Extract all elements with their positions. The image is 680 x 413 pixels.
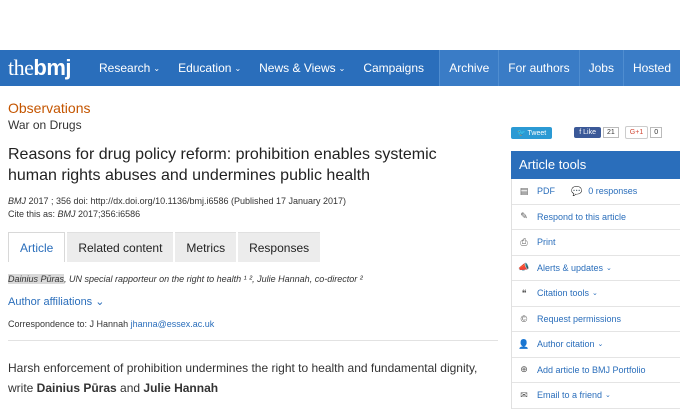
gplus-count: 0 xyxy=(650,127,663,138)
author-list: Dainius Pūras, UN special rapporteur on … xyxy=(8,274,363,284)
chevron-down-icon: ⌄ xyxy=(153,63,161,73)
article-header: Observations War on Drugs Reasons for dr… xyxy=(8,100,498,221)
chevron-down-icon: ⌄ xyxy=(234,63,242,73)
bmj-logo[interactable]: the bmj xyxy=(0,50,90,86)
article-tools-panel: Article tools ▤ PDF 💬 0 responses ✎ Respo… xyxy=(511,151,680,409)
tool-respond[interactable]: ✎ Respond to this article xyxy=(512,205,680,230)
tool-author-citation[interactable]: 👤 Author citation ⌄ xyxy=(512,332,680,358)
author-affiliations-toggle[interactable]: Author affiliations ⌄ xyxy=(8,295,104,308)
nav-research[interactable]: Research ⌄ xyxy=(90,50,169,86)
pdf-icon: ▤ xyxy=(519,185,529,196)
tab-responses[interactable]: Responses xyxy=(238,232,321,262)
author-name-2[interactable]: Julie Hannah xyxy=(257,274,310,284)
chevron-down-icon: ⌄ xyxy=(338,63,346,73)
citation-line-1: BMJ 2017 ; 356 doi: http://dx.doi.org/10… xyxy=(8,195,498,208)
nav-archive[interactable]: Archive xyxy=(439,50,499,86)
logo-bmj-text: bmj xyxy=(33,55,72,80)
correspondence-label: Correspondence to: J Hannah xyxy=(8,319,131,329)
nav-research-label: Research xyxy=(99,61,151,75)
chevron-down-icon: ⌄ xyxy=(597,341,604,349)
article-tools-list: ▤ PDF 💬 0 responses ✎ Respond to this art… xyxy=(511,179,680,409)
facebook-icon: f xyxy=(579,129,582,136)
article-tools-heading: Article tools xyxy=(511,151,680,179)
tool-email-label: Email to a friend xyxy=(537,390,603,401)
google-plus-button[interactable]: G+1 xyxy=(624,126,649,139)
tweet-button[interactable]: 🐦 Tweet xyxy=(511,126,553,139)
quote-icon: ❝ xyxy=(521,287,527,298)
standfirst-and: and xyxy=(116,381,144,395)
comment-icon: 💬 xyxy=(571,185,583,196)
tool-alerts-label: Alerts & updates xyxy=(537,262,604,273)
tool-author-citation-label: Author citation xyxy=(537,339,595,350)
tool-portfolio[interactable]: ⊕ Add article to BMJ Portfolio xyxy=(512,358,680,383)
like-label: Like xyxy=(583,129,596,136)
tool-portfolio-label: Add article to BMJ Portfolio xyxy=(537,364,646,375)
section-label[interactable]: Observations xyxy=(8,100,498,116)
nav-education[interactable]: Education ⌄ xyxy=(169,50,250,86)
tool-citation[interactable]: ❝ Citation tools ⌄ xyxy=(512,281,680,307)
tool-citation-label: Citation tools xyxy=(537,288,590,299)
pencil-icon: ✎ xyxy=(520,211,528,222)
twitter-bird-icon: 🐦 xyxy=(517,129,526,137)
social-share-bar: 🐦 Tweet f Like 21 G+1 0 xyxy=(511,126,663,139)
tool-permissions[interactable]: © Request permissions xyxy=(512,307,680,332)
tab-article[interactable]: Article xyxy=(8,232,66,262)
envelope-icon: ✉ xyxy=(520,389,528,400)
responses-link[interactable]: 0 responses xyxy=(588,186,637,196)
tools-pdf-row: ▤ PDF 💬 0 responses xyxy=(512,179,680,205)
tool-respond-label: Respond to this article xyxy=(537,211,627,222)
chevron-down-icon: ⌄ xyxy=(606,264,612,272)
tweet-label: Tweet xyxy=(527,129,547,137)
article-tabs: Article Related content Metrics Response… xyxy=(8,232,322,262)
tool-alerts[interactable]: 📣 Alerts & updates ⌄ xyxy=(512,256,680,281)
top-navbar: the bmj Research ⌄ Education ⌄ News & Views… xyxy=(0,50,680,86)
citation-info: BMJ 2017 ; 356 doi: http://dx.doi.org/10… xyxy=(8,195,498,221)
facebook-like-button[interactable]: f Like xyxy=(574,127,601,138)
doi-text: 2017 ; 356 doi: http://dx.doi.org/10.113… xyxy=(26,196,347,206)
nav-campaigns-label: Campaigns xyxy=(363,61,425,75)
standfirst: Harsh enforcement of prohibition undermi… xyxy=(8,358,498,398)
tool-print[interactable]: ⎙ Print xyxy=(512,230,680,256)
like-count: 21 xyxy=(602,127,619,138)
tool-permissions-label: Request permissions xyxy=(537,313,622,324)
nav-campaigns[interactable]: Campaigns xyxy=(354,50,433,86)
subsection-label: War on Drugs xyxy=(8,118,82,132)
user-icon: 👤 xyxy=(518,338,530,349)
chevron-down-icon: ⌄ xyxy=(605,392,611,400)
journal-name: BMJ xyxy=(8,196,26,206)
tab-metrics[interactable]: Metrics xyxy=(175,232,237,262)
cite-as-label: Cite this as: xyxy=(8,209,58,219)
author-name-1[interactable]: Dainius Pūras xyxy=(8,274,65,284)
correspondence: Correspondence to: J Hannah jhanna@essex… xyxy=(8,319,214,329)
nav-news-views-label: News & Views xyxy=(259,61,336,75)
nav-jobs[interactable]: Jobs xyxy=(578,50,623,86)
nav-hosted[interactable]: Hosted xyxy=(622,50,680,86)
megaphone-icon: 📣 xyxy=(518,262,530,273)
tool-email[interactable]: ✉ Email to a friend ⌄ xyxy=(512,383,680,409)
divider xyxy=(8,340,498,341)
nav-secondary-links: Archive For authors Jobs Hosted xyxy=(439,50,680,86)
correspondence-email-link[interactable]: jhanna@essex.ac.uk xyxy=(131,319,215,329)
tool-print-label: Print xyxy=(537,237,556,248)
chevron-down-icon: ⌄ xyxy=(592,290,598,298)
author-role-1: , UN special rapporteur on the right to … xyxy=(64,274,258,284)
article-title: Reasons for drug policy reform: prohibit… xyxy=(8,146,437,184)
nav-main-links: Research ⌄ Education ⌄ News & Views ⌄ Campa… xyxy=(90,50,439,86)
logo-the-text: the xyxy=(8,55,34,80)
nav-education-label: Education xyxy=(178,61,232,75)
nav-news-views[interactable]: News & Views ⌄ xyxy=(250,50,354,86)
citation-line-2: Cite this as: BMJ 2017;356:i6586 xyxy=(8,208,498,221)
copyright-icon: © xyxy=(520,313,528,324)
print-icon: ⎙ xyxy=(520,236,528,247)
nav-for-authors[interactable]: For authors xyxy=(498,50,579,86)
standfirst-author-2: Julie Hannah xyxy=(143,381,219,395)
author-role-2: , co-director ² xyxy=(309,274,363,284)
cite-as-ref: 2017;356:i6586 xyxy=(75,209,141,219)
plus-circle-icon: ⊕ xyxy=(520,364,528,375)
journal-name: BMJ xyxy=(57,209,76,219)
pdf-link[interactable]: PDF xyxy=(537,186,555,196)
standfirst-author-1: Dainius Pūras xyxy=(36,381,117,395)
tab-related-content[interactable]: Related content xyxy=(67,232,174,262)
